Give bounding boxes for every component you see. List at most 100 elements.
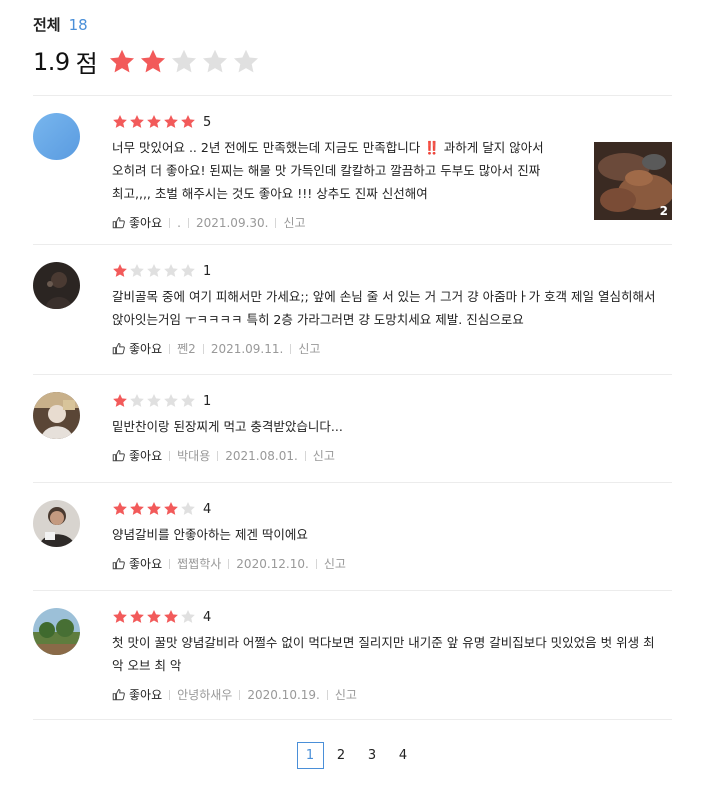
star-filled-icon <box>130 115 144 128</box>
avatar[interactable] <box>33 113 80 160</box>
star-filled-icon <box>130 502 144 515</box>
meta-separator <box>275 217 277 228</box>
like-label: 좋아요 <box>129 216 163 230</box>
thumbs-up-icon <box>112 688 125 701</box>
meta-separator <box>228 558 230 569</box>
star-filled-icon <box>109 49 134 72</box>
star-empty-icon <box>171 49 196 72</box>
star-filled-icon <box>147 610 161 623</box>
review-photo[interactable]: 2 <box>594 142 672 220</box>
average-star-rating <box>108 48 263 76</box>
star-filled-icon <box>113 115 127 128</box>
divider <box>33 719 672 720</box>
meta-separator <box>202 343 204 354</box>
star-empty-icon <box>164 394 178 407</box>
review-meta: 좋아요 박대용 2021.08.01. 신고 <box>112 447 582 464</box>
author-name: . <box>177 215 181 230</box>
star-empty-icon <box>130 394 144 407</box>
review-date: 2021.09.30. <box>195 215 269 230</box>
thumbs-up-icon <box>112 449 125 462</box>
like-button[interactable]: 좋아요 <box>112 447 162 464</box>
rating-value: 4 <box>203 609 212 625</box>
meta-separator <box>169 450 171 461</box>
page-3-button[interactable]: 3 <box>359 742 386 769</box>
meta-separator <box>315 558 317 569</box>
report-link[interactable]: 신고 <box>324 555 346 572</box>
thumbs-up-icon <box>112 557 125 570</box>
avatar[interactable] <box>33 262 80 309</box>
star-empty-icon <box>181 610 195 623</box>
review-item: 4 첫 맛이 꿀맛 양념갈비라 어쩔수 없이 먹다보면 질리지만 내기준 앞 유… <box>33 591 672 719</box>
star-empty-icon <box>181 264 195 277</box>
report-link[interactable]: 신고 <box>298 340 320 357</box>
review-text: 갈비골목 중에 여기 피해서만 가세요;; 앞에 손님 줄 서 있는 거 그거 … <box>112 289 656 327</box>
author-name: 박대용 <box>177 449 211 463</box>
review-content: 5 너무 맛있어요 .. 2년 전에도 만족했는데 지금도 만족합니다 ‼️ 과… <box>112 113 582 231</box>
rating-value: 1 <box>203 263 212 279</box>
review-item: 4 양념갈비를 안좋아하는 제겐 딱이에요 좋아요 쩝쩝학사 2020.12.1… <box>33 483 672 589</box>
star-empty-icon <box>147 264 161 277</box>
review-meta: 좋아요 . 2021.09.30. 신고 <box>112 214 582 231</box>
avatar[interactable] <box>33 392 80 439</box>
score-unit: 점 <box>75 50 98 78</box>
meta-separator <box>326 689 328 700</box>
star-filled-icon <box>164 115 178 128</box>
star-empty-icon <box>164 264 178 277</box>
star-empty-icon <box>233 49 258 72</box>
score-value: 1.9 <box>33 47 70 76</box>
author-name: 쩝쩝학사 <box>177 557 222 571</box>
like-label: 좋아요 <box>129 557 163 571</box>
like-button[interactable]: 좋아요 <box>112 686 162 703</box>
rating-value: 4 <box>203 501 212 517</box>
rating-value: 1 <box>203 393 212 409</box>
review-date: 2020.10.19. <box>247 687 320 702</box>
review-text: 첫 맛이 꿀맛 양념갈비라 어쩔수 없이 먹다보면 질리지만 내기준 앞 유명 … <box>112 635 655 673</box>
photo-count: 2 <box>659 204 668 218</box>
review-meta: 좋아요 쩬2 2021.09.11. 신고 <box>112 340 662 357</box>
report-link[interactable]: 신고 <box>283 214 305 231</box>
review-date: 2020.12.10. <box>236 556 309 571</box>
review-text: 너무 맛있어요 .. 2년 전에도 만족했는데 지금도 만족합니다 ‼️ 과하게… <box>112 140 544 201</box>
like-label: 좋아요 <box>129 449 163 463</box>
star-empty-icon <box>130 264 144 277</box>
star-filled-icon <box>164 610 178 623</box>
meta-separator <box>169 689 171 700</box>
report-link[interactable]: 신고 <box>335 686 357 703</box>
like-button[interactable]: 좋아요 <box>112 340 162 357</box>
review-header: 전체 18 <box>33 14 88 35</box>
meta-separator <box>169 558 171 569</box>
review-meta: 좋아요 쩝쩝학사 2020.12.10. 신고 <box>112 555 582 572</box>
review-star-rating: 1 <box>112 392 582 410</box>
star-empty-icon <box>202 49 227 72</box>
page-4-button[interactable]: 4 <box>390 742 417 769</box>
report-link[interactable]: 신고 <box>313 447 335 464</box>
review-content: 4 양념갈비를 안좋아하는 제겐 딱이에요 좋아요 쩝쩝학사 2020.12.1… <box>112 500 582 572</box>
review-meta: 좋아요 안녕하새우 2020.10.19. 신고 <box>112 686 662 703</box>
like-button[interactable]: 좋아요 <box>112 214 162 231</box>
review-date: 2021.09.11. <box>210 341 284 356</box>
meta-separator <box>169 217 171 228</box>
meta-separator <box>217 450 219 461</box>
star-filled-icon <box>130 610 144 623</box>
like-button[interactable]: 좋아요 <box>112 555 162 572</box>
star-filled-icon <box>181 115 195 128</box>
review-star-rating: 1 <box>112 262 662 280</box>
page-1-button[interactable]: 1 <box>296 742 324 769</box>
star-filled-icon <box>147 115 161 128</box>
review-text: 밑반찬이랑 된장찌게 먹고 충격받았습니다... <box>112 419 343 434</box>
review-star-rating: 4 <box>112 608 662 626</box>
review-item: 1 밑반찬이랑 된장찌게 먹고 충격받았습니다... 좋아요 박대용 2021.… <box>33 375 672 481</box>
review-star-rating: 5 <box>112 113 582 131</box>
meta-separator <box>187 217 189 228</box>
like-label: 좋아요 <box>129 342 163 356</box>
star-empty-icon <box>181 394 195 407</box>
page-2-button[interactable]: 2 <box>328 742 355 769</box>
review-text: 양념갈비를 안좋아하는 제겐 딱이에요 <box>112 527 308 542</box>
star-empty-icon <box>181 502 195 515</box>
like-label: 좋아요 <box>129 688 163 702</box>
meta-separator <box>239 689 241 700</box>
avatar[interactable] <box>33 608 80 655</box>
total-count: 18 <box>68 16 88 34</box>
avatar[interactable] <box>33 500 80 547</box>
star-filled-icon <box>113 610 127 623</box>
